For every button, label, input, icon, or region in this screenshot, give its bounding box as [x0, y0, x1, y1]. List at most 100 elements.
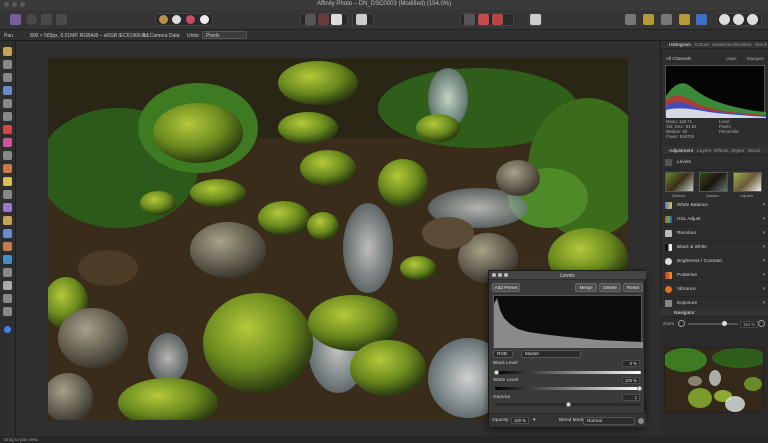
split-view-icon[interactable]	[733, 14, 744, 25]
preset-lighten-thumb[interactable]	[733, 172, 762, 192]
tab-layers[interactable]: Layers	[697, 149, 711, 154]
grid-icon[interactable]	[464, 14, 475, 25]
red-eye-icon[interactable]	[3, 216, 12, 225]
black-level-value[interactable]: 0 %	[622, 360, 640, 367]
invert-selection-icon[interactable]	[331, 14, 342, 25]
view-tool-icon[interactable]	[3, 47, 12, 56]
adj-black-white[interactable]: Black & White ▾	[661, 241, 768, 255]
zoom-tool-icon[interactable]	[3, 307, 12, 316]
tab-effects[interactable]: Effects	[714, 149, 729, 154]
channel-select[interactable]: All Channels	[666, 56, 691, 61]
delete-button[interactable]: Delete	[599, 283, 621, 292]
chevron-down-icon: ▾	[762, 217, 765, 222]
auto-colours-icon[interactable]	[186, 15, 195, 24]
liquify-persona-icon[interactable]	[26, 14, 37, 25]
erase-tool-icon[interactable]	[3, 164, 12, 173]
marquee-toggle[interactable]: Marquee	[747, 56, 764, 61]
text-tool-icon[interactable]	[3, 281, 12, 290]
tab-brushes[interactable]: Brushes	[734, 43, 752, 48]
colour-picker-icon[interactable]	[3, 125, 12, 134]
preset-darken-thumb[interactable]	[699, 172, 728, 192]
tab-navigator[interactable]: Navigator	[674, 311, 695, 316]
assistant-icon[interactable]	[530, 14, 541, 25]
adj-recolour[interactable]: Recolour ▾	[661, 227, 768, 241]
brush-assistant-icon[interactable]	[492, 14, 503, 25]
black-level-slider[interactable]	[495, 371, 641, 374]
tab-styles[interactable]: Styles	[731, 149, 744, 154]
crop-tool-icon[interactable]	[3, 73, 12, 82]
zoom-out-icon[interactable]	[678, 320, 685, 327]
zoom-slider[interactable]	[688, 323, 738, 325]
dodge-tool-icon[interactable]	[3, 151, 12, 160]
auto-levels-icon[interactable]	[159, 15, 168, 24]
hand-tool-icon[interactable]	[3, 294, 12, 303]
align-icon[interactable]	[661, 14, 672, 25]
studio-toggle-icon[interactable]	[696, 14, 707, 25]
opacity-value[interactable]: 100 %	[511, 417, 529, 424]
tab-adjustment[interactable]: Adjustment	[669, 149, 693, 154]
gamma-value[interactable]: 1	[622, 394, 640, 401]
move-tool-icon[interactable]	[3, 60, 12, 69]
zoom-label: Zoom	[663, 321, 674, 326]
blur-brush-icon[interactable]	[3, 242, 12, 251]
zoom-value[interactable]: 154 %	[740, 321, 759, 328]
inpainting-icon[interactable]	[3, 203, 12, 212]
adj-brightness-contrast[interactable]: Brightness / Contrast ▾	[661, 255, 768, 269]
insert-inside-icon[interactable]	[643, 14, 654, 25]
gear-icon[interactable]	[638, 418, 644, 424]
gamma-knob[interactable]	[565, 402, 571, 407]
mirror-view-icon[interactable]	[747, 14, 758, 25]
channel-dropdown[interactable]: RGB	[493, 350, 513, 358]
white-level-knob[interactable]	[637, 386, 642, 391]
levels-dialog-header[interactable]: Levels	[489, 271, 646, 280]
adj-white-balance[interactable]: White Balance ▾	[661, 199, 768, 213]
view-mode-icon[interactable]	[719, 14, 730, 25]
zoom-slider-knob[interactable]	[722, 321, 727, 326]
levels-adjustment-row[interactable]: Levels	[661, 156, 768, 170]
opacity-chevron-icon[interactable]: ▾	[533, 417, 536, 423]
adj-vibrance[interactable]: Vibrance ▾	[661, 283, 768, 297]
snapping-icon[interactable]	[478, 14, 489, 25]
tab-histogram[interactable]: Histogram	[669, 43, 691, 48]
white-level-value[interactable]: 100 %	[622, 377, 640, 384]
smudge-icon[interactable]	[3, 229, 12, 238]
tab-swatches[interactable]: Swatches	[712, 43, 733, 48]
marquee-tool-icon[interactable]	[3, 112, 12, 121]
pen-tool-icon[interactable]	[3, 255, 12, 264]
selection-brush-icon[interactable]	[3, 86, 12, 95]
black-level-knob[interactable]	[494, 370, 499, 375]
mode-dropdown[interactable]: Master	[521, 350, 581, 358]
layer-toggle[interactable]: Layer	[726, 56, 737, 61]
tab-colour[interactable]: Colour	[695, 43, 709, 48]
clone-tool-icon[interactable]	[3, 190, 12, 199]
white-level-slider[interactable]	[495, 387, 641, 390]
fill-tool-icon[interactable]	[3, 177, 12, 186]
navigator-preview[interactable]	[664, 347, 764, 413]
auto-white-balance-icon[interactable]	[200, 15, 209, 24]
shape-tool-icon[interactable]	[3, 268, 12, 277]
preset-default-thumb[interactable]	[665, 172, 694, 192]
deselect-icon[interactable]	[318, 14, 329, 25]
add-preset-button[interactable]: Add Preset	[492, 283, 520, 292]
arrange-icon[interactable]	[625, 14, 636, 25]
zoom-in-icon[interactable]	[758, 320, 765, 327]
paint-brush-icon[interactable]	[3, 138, 12, 147]
tab-stock-2[interactable]: Stock	[748, 149, 760, 154]
primary-colour-icon[interactable]	[4, 326, 11, 333]
export-persona-icon[interactable]	[56, 14, 67, 25]
transform-icon[interactable]	[679, 14, 690, 25]
adj-posterise[interactable]: Posterise ▾	[661, 269, 768, 283]
units-dropdown[interactable]: Pixels	[202, 31, 247, 39]
develop-persona-icon[interactable]	[41, 14, 52, 25]
marquee-icon[interactable]	[305, 14, 316, 25]
blend-mode-dropdown[interactable]: Normal	[583, 417, 635, 425]
adj-hsl[interactable]: HSL Adjust ▾	[661, 213, 768, 227]
tab-stock[interactable]: Stock	[755, 43, 767, 48]
merge-button[interactable]: Merge	[575, 283, 597, 292]
reset-button[interactable]: Reset	[623, 283, 643, 292]
photo-persona-icon[interactable]	[10, 14, 21, 25]
flood-select-icon[interactable]	[3, 99, 12, 108]
auto-contrast-icon[interactable]	[172, 15, 181, 24]
status-bar: Drag to pan view.	[0, 436, 768, 443]
quick-mask-icon[interactable]	[356, 14, 367, 25]
